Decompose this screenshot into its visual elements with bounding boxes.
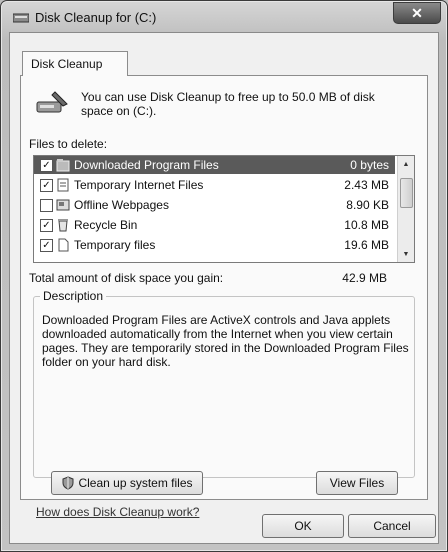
window-title: Disk Cleanup for (C:) (35, 10, 157, 25)
file-row[interactable]: ✓ Recycle Bin 10.8 MB (34, 216, 395, 234)
file-size: 19.6 MB (344, 238, 389, 252)
ok-button[interactable]: OK (262, 514, 344, 538)
view-files-button[interactable]: View Files (316, 471, 398, 495)
cancel-button[interactable]: Cancel (348, 514, 436, 538)
file-name: Temporary files (74, 238, 156, 252)
scroll-down-icon[interactable]: ▼ (398, 246, 414, 262)
description-group: Description Downloaded Program Files are… (33, 289, 415, 478)
file-size: 8.90 KB (346, 198, 389, 212)
shield-icon (62, 476, 74, 490)
files-list[interactable]: ✓ Downloaded Program Files 0 bytes ✓ Tem… (33, 155, 415, 263)
file-row[interactable]: ✓ Temporary files 19.6 MB (34, 236, 395, 254)
scroll-up-icon[interactable]: ▲ (398, 156, 414, 172)
file-name: Temporary Internet Files (74, 178, 204, 192)
disk-cleanup-window: Disk Cleanup for (C:) ✕ Disk Cleanup You… (0, 0, 448, 552)
temporary-files-icon (58, 238, 69, 252)
tab-label: Disk Cleanup (31, 57, 103, 71)
disk-cleanup-drive-icon (36, 91, 68, 113)
file-size: 10.8 MB (344, 218, 389, 232)
description-legend: Description (40, 289, 107, 303)
total-space-value: 42.9 MB (342, 271, 387, 285)
file-row[interactable]: ✓ Temporary Internet Files 2.43 MB (34, 176, 395, 194)
file-name: Recycle Bin (74, 218, 138, 232)
file-checkbox[interactable]: ✓ (40, 239, 53, 252)
file-row[interactable]: Offline Webpages 8.90 KB (34, 196, 395, 214)
file-checkbox[interactable]: ✓ (40, 179, 53, 192)
tab-panel: You can use Disk Cleanup to free up to 5… (20, 75, 428, 500)
dialog-client: Disk Cleanup You can use Disk Cleanup to… (9, 32, 439, 544)
title-bar: Disk Cleanup for (C:) ✕ (1, 1, 447, 33)
file-name: Downloaded Program Files (74, 158, 219, 172)
help-link[interactable]: How does Disk Cleanup work? (36, 505, 199, 519)
file-size: 0 bytes (350, 158, 389, 172)
close-button[interactable]: ✕ (393, 2, 441, 24)
disk-cleanup-icon (13, 13, 29, 23)
clean-up-system-files-label: Clean up system files (78, 476, 193, 490)
files-to-delete-label: Files to delete: (29, 137, 108, 151)
intro-text: You can use Disk Cleanup to free up to 5… (81, 90, 375, 118)
description-text: Downloaded Program Files are ActiveX con… (42, 313, 409, 369)
recycle-bin-icon (58, 219, 68, 232)
file-size: 2.43 MB (344, 178, 389, 192)
scroll-thumb[interactable] (400, 178, 413, 208)
downloaded-files-icon (56, 159, 70, 172)
file-row[interactable]: ✓ Downloaded Program Files 0 bytes (34, 156, 395, 174)
tab-disk-cleanup[interactable]: Disk Cleanup (22, 51, 128, 76)
file-checkbox[interactable] (40, 199, 53, 212)
file-name: Offline Webpages (74, 198, 169, 212)
clean-up-system-files-button[interactable]: Clean up system files (51, 471, 203, 495)
internet-files-icon (57, 178, 69, 192)
file-checkbox[interactable]: ✓ (40, 159, 53, 172)
total-space-label: Total amount of disk space you gain: (29, 271, 224, 285)
file-checkbox[interactable]: ✓ (40, 219, 53, 232)
offline-webpages-icon (56, 199, 70, 211)
files-list-scrollbar[interactable]: ▲ ▼ (397, 156, 414, 262)
